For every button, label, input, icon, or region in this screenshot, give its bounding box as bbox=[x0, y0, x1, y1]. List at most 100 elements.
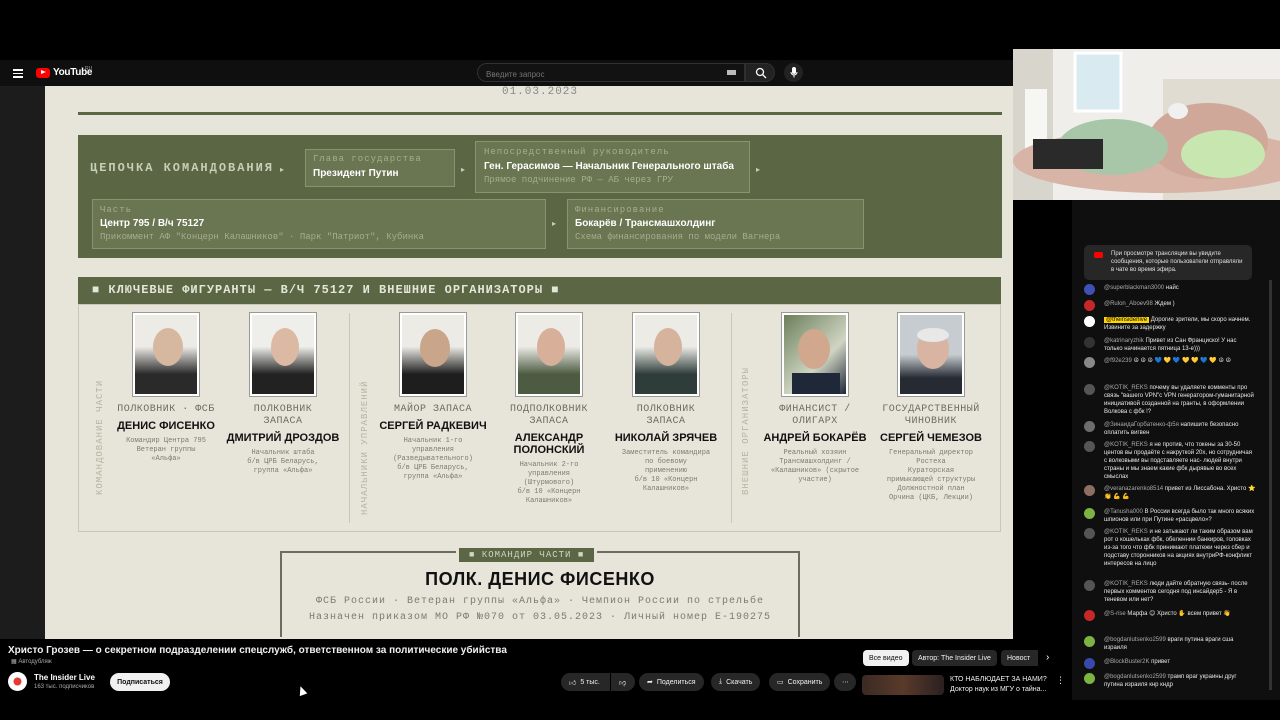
channel-avatar[interactable] bbox=[8, 672, 27, 691]
person-card: ПОЛКОВНИК · ФСБ ДЕНИС ФИСЕНКО Командир Ц… bbox=[106, 313, 226, 464]
chat-avatar[interactable] bbox=[1084, 610, 1095, 621]
chain-box-direct-supervisor: Непосредственный руководитель Ген. Герас… bbox=[475, 141, 750, 193]
chat-author[interactable]: @KOTIK_REKS bbox=[1104, 385, 1148, 391]
chat-avatar[interactable] bbox=[1084, 528, 1095, 539]
arrow-icon: ▸ bbox=[461, 165, 466, 174]
mic-icon bbox=[790, 67, 797, 78]
chip-news[interactable]: Новост bbox=[1001, 650, 1038, 666]
chat-avatar[interactable] bbox=[1084, 300, 1095, 311]
chat-message: @Tanusha000 В России всегда было так мно… bbox=[1084, 508, 1256, 524]
chat-author[interactable]: @Rulon_Aboev98 bbox=[1104, 301, 1153, 307]
chat-avatar[interactable] bbox=[1084, 384, 1095, 395]
chat-avatar[interactable] bbox=[1084, 673, 1095, 684]
chat-author[interactable]: @ЗинаидаГорбатенко-ф5я bbox=[1104, 422, 1179, 428]
chat-author[interactable]: @Tanusha000 bbox=[1104, 509, 1143, 515]
video-player[interactable]: 01.03.2023 ЦЕПОЧКА КОМАНДОВАНИЯ ▸ Глава … bbox=[0, 86, 1013, 639]
chat-author[interactable]: @KOTIK_REKS bbox=[1104, 581, 1148, 587]
subscribe-button[interactable]: Подписаться bbox=[110, 673, 170, 691]
chevron-right-icon[interactable]: › bbox=[1046, 652, 1049, 663]
youtube-icon bbox=[1094, 252, 1103, 258]
commander-badge: ■ КОМАНДИР ЧАСТИ ■ bbox=[456, 545, 598, 565]
chat-scrollbar[interactable] bbox=[1269, 280, 1272, 690]
person-desc: Генеральный директор Ростеха Кураторская… bbox=[886, 449, 976, 502]
group-label: ВНЕШНИЕ ОРГАНИЗАТОРЫ bbox=[741, 366, 751, 495]
thumbs-up-icon: 👍︎ bbox=[569, 679, 577, 687]
chat-message: @f92e239 ☮ ☮ ☮ 💙 💛 💙 💛 💛 💙 💛 ☮ ☮ bbox=[1084, 357, 1256, 368]
channel-name[interactable]: The Insider Live bbox=[34, 673, 95, 682]
chat-avatar[interactable] bbox=[1084, 658, 1095, 669]
person-desc: Начальник 1-го управления (Разведыватель… bbox=[393, 437, 473, 481]
chat-message: @S-rise Марфа 😊 Христо ✋ всем привет 👋 bbox=[1084, 610, 1256, 621]
divider bbox=[78, 112, 1002, 115]
chat-message: @KOTIK_REKS почему вы удаляете комменты … bbox=[1084, 384, 1256, 416]
recommended-thumbnail[interactable] bbox=[862, 675, 944, 695]
chat-avatar[interactable] bbox=[1084, 580, 1095, 591]
command-chain-title: ЦЕПОЧКА КОМАНДОВАНИЯ bbox=[90, 161, 275, 175]
chat-message-body: @Tanusha000 В России всегда было так мно… bbox=[1104, 508, 1256, 524]
chain-box-sub: Прикоммент АФ "Концерн Калашников" · Пар… bbox=[100, 232, 425, 242]
voice-search-button[interactable] bbox=[784, 63, 803, 82]
chat-avatar[interactable] bbox=[1084, 508, 1095, 519]
chat-text: ☮ ☮ ☮ 💙 💛 💙 💛 💛 💙 💛 ☮ ☮ bbox=[1131, 358, 1231, 364]
chat-author[interactable]: @katrinaryzhik bbox=[1104, 338, 1144, 344]
download-button[interactable]: ⤓ Скачать bbox=[711, 673, 761, 691]
chat-author[interactable]: @KOTIK_REKS bbox=[1104, 529, 1148, 535]
chip-label: Автор: The Insider Live bbox=[918, 654, 991, 662]
more-actions-button[interactable]: ⋯ bbox=[834, 673, 856, 691]
person-desc: Начальник штаба б/в ЦРБ Беларусь, группа… bbox=[247, 449, 319, 475]
person-role: ПОДПОЛКОВНИК ЗАПАСА bbox=[509, 404, 588, 427]
chat-author[interactable]: @veranazarenko8514 bbox=[1104, 486, 1163, 492]
logo-region: RU bbox=[85, 66, 93, 72]
chat-message: @BlockBuster2K привет bbox=[1084, 658, 1256, 669]
chat-avatar[interactable] bbox=[1084, 284, 1095, 295]
chat-avatar[interactable] bbox=[1084, 636, 1095, 647]
chat-author[interactable]: @BlockBuster2K bbox=[1104, 659, 1149, 665]
chat-author[interactable]: @S-rise bbox=[1104, 611, 1126, 617]
mouse-cursor-icon bbox=[296, 684, 308, 697]
chain-box-label: Непосредственный руководитель bbox=[484, 147, 670, 157]
chat-author[interactable]: @f92e239 bbox=[1104, 358, 1132, 364]
share-button[interactable]: ➦ Поделиться bbox=[639, 673, 704, 691]
chat-message: @bogdanlutsenko2599 трамп враг украины д… bbox=[1084, 673, 1256, 689]
command-chain-panel: ЦЕПОЧКА КОМАНДОВАНИЯ ▸ Глава государства… bbox=[78, 135, 1002, 258]
chat-avatar[interactable] bbox=[1084, 485, 1095, 496]
chat-avatar[interactable] bbox=[1084, 421, 1095, 432]
chat-message: @superblackman3000 найс bbox=[1084, 284, 1256, 295]
chip-author[interactable]: Автор: The Insider Live bbox=[912, 650, 997, 666]
chat-author[interactable]: @theinsiderlive bbox=[1104, 317, 1150, 323]
chip-all-videos[interactable]: Все видео bbox=[863, 650, 909, 666]
search-input[interactable] bbox=[478, 66, 718, 83]
person-card: МАЙОР ЗАПАСА СЕРГЕЙ РАДКЕВИЧ Начальник 1… bbox=[373, 313, 493, 482]
person-card: ПОЛКОВНИК ЗАПАСА НИКОЛАЙ ЗРЯЧЕВ Заместит… bbox=[606, 313, 726, 494]
menu-icon[interactable] bbox=[13, 69, 23, 78]
recommended-title[interactable]: КТО НАБЛЮДАЕТ ЗА НАМИ? Доктор наук из МГ… bbox=[950, 675, 1054, 695]
youtube-logo[interactable]: YouTube bbox=[36, 67, 93, 78]
chat-message-body: @veranazarenko8514 привет из Лиссабона. … bbox=[1104, 485, 1256, 501]
chat-message-body: @KOTIK_REKS почему вы удаляете комменты … bbox=[1104, 384, 1256, 416]
search-button[interactable] bbox=[745, 63, 775, 82]
chat-author[interactable]: @KOTIK_REKS bbox=[1104, 442, 1148, 448]
chat-author[interactable]: @superblackman3000 bbox=[1104, 285, 1164, 291]
chat-message: @Rulon_Aboev98 Ждем ) bbox=[1084, 300, 1256, 311]
chat-avatar[interactable] bbox=[1084, 357, 1095, 368]
chat-message-body: @KOTIK_REKS и не затыкают ли таким образ… bbox=[1104, 528, 1256, 568]
chat-author[interactable]: @bogdanlutsenko2599 bbox=[1104, 637, 1166, 643]
search-box bbox=[477, 63, 745, 83]
chat-avatar[interactable] bbox=[1084, 316, 1095, 327]
keyboard-icon[interactable] bbox=[727, 70, 736, 75]
chat-message: @KOTIK_REKS я не против, что токены за 3… bbox=[1084, 441, 1256, 481]
chat-avatar[interactable] bbox=[1084, 441, 1095, 452]
chat-author[interactable]: @bogdanlutsenko2599 bbox=[1104, 674, 1166, 680]
chain-box-label: Глава государства bbox=[313, 154, 422, 164]
like-button[interactable]: 👍︎ 5 тыс. bbox=[561, 673, 610, 691]
chat-avatar[interactable] bbox=[1084, 337, 1095, 348]
chain-box-label: Часть bbox=[100, 205, 133, 215]
doc-date: 01.03.2023 bbox=[501, 86, 578, 98]
chain-box-value: Ген. Герасимов — Начальник Генерального … bbox=[484, 161, 734, 172]
more-vertical-icon[interactable]: ⋮ bbox=[1056, 675, 1065, 686]
share-label: Поделиться bbox=[656, 678, 696, 686]
chat-message-body: @bogdanlutsenko2599 враги путина враги с… bbox=[1104, 636, 1256, 652]
dislike-button[interactable]: 👎︎ bbox=[611, 673, 635, 691]
save-button[interactable]: ▭ Сохранить bbox=[769, 673, 831, 691]
arrow-icon: ▸ bbox=[756, 165, 761, 174]
